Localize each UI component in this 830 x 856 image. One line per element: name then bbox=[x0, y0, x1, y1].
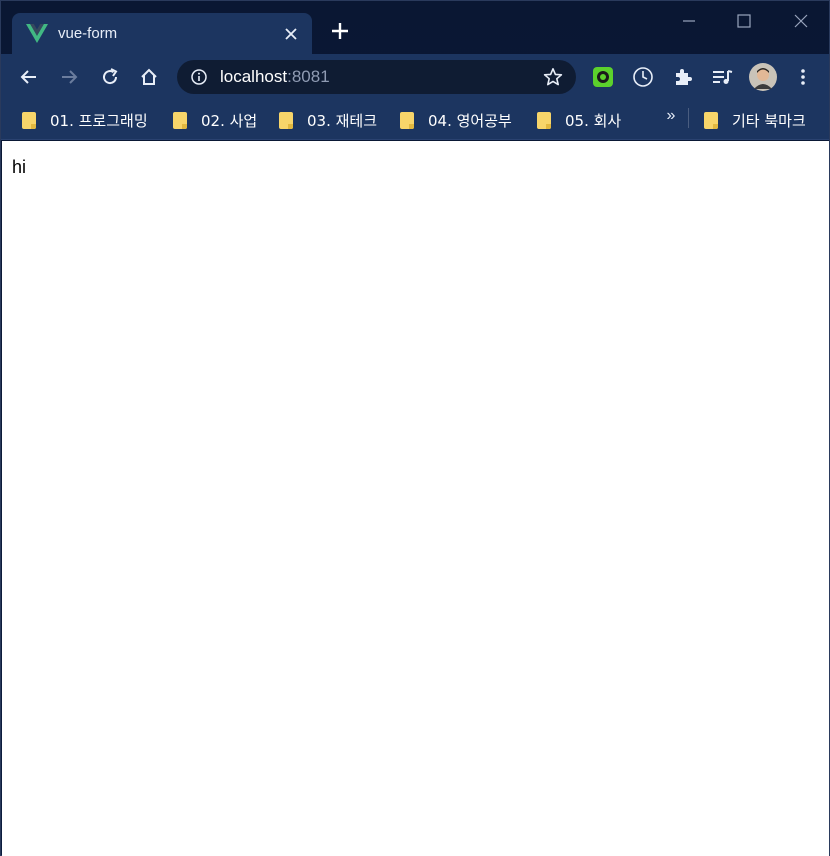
tab-vue-form[interactable]: vue-form bbox=[12, 13, 312, 54]
url-port: :8081 bbox=[287, 67, 330, 86]
folder-icon bbox=[704, 111, 718, 129]
window-close-icon[interactable] bbox=[786, 9, 816, 33]
folder-icon bbox=[537, 111, 551, 129]
page-content: hi bbox=[2, 141, 829, 856]
forward-arrow-icon[interactable] bbox=[55, 63, 83, 91]
bookmark-label: 01. 프로그래밍 bbox=[50, 111, 148, 130]
menu-kebab-icon[interactable] bbox=[789, 63, 817, 91]
clock-extension-icon[interactable] bbox=[629, 63, 657, 91]
browser-toolbar: localhost:8081 bbox=[1, 54, 829, 100]
back-arrow-icon[interactable] bbox=[15, 63, 43, 91]
bookmark-label: 04. 영어공부 bbox=[428, 111, 512, 130]
folder-icon bbox=[22, 111, 36, 129]
extensions-puzzle-icon[interactable] bbox=[669, 63, 697, 91]
bookmarks-overflow-chevron[interactable]: » bbox=[663, 107, 679, 125]
bookmark-label: 02. 사업 bbox=[201, 111, 258, 130]
bookmark-folder-programming[interactable]: 01. 프로그래밍 bbox=[22, 107, 148, 133]
folder-icon bbox=[173, 111, 187, 129]
minimize-icon[interactable] bbox=[674, 9, 704, 33]
media-queue-icon[interactable] bbox=[708, 63, 736, 91]
other-bookmarks-folder[interactable]: 기타 북마크 bbox=[704, 107, 806, 133]
browser-window: vue-form localhost:8081 01. 프로그래밍 02. 사업… bbox=[0, 0, 830, 856]
address-bar[interactable]: localhost:8081 bbox=[177, 60, 576, 94]
vue-logo-icon bbox=[26, 23, 48, 45]
folder-icon bbox=[279, 111, 293, 129]
reload-icon[interactable] bbox=[96, 63, 124, 91]
bookmarks-divider bbox=[688, 108, 689, 128]
bookmark-folder-company[interactable]: 05. 회사 bbox=[537, 107, 621, 133]
folder-icon bbox=[400, 111, 414, 129]
url-text: localhost:8081 bbox=[220, 67, 542, 87]
bookmark-folder-english[interactable]: 04. 영어공부 bbox=[400, 107, 512, 133]
bookmark-folder-business[interactable]: 02. 사업 bbox=[173, 107, 257, 133]
tab-title: vue-form bbox=[58, 25, 118, 42]
home-icon[interactable] bbox=[135, 63, 163, 91]
maximize-icon[interactable] bbox=[729, 9, 759, 33]
other-bookmarks-label: 기타 북마크 bbox=[732, 111, 806, 130]
new-tab-button[interactable] bbox=[327, 20, 353, 46]
bookmark-label: 03. 재테크 bbox=[307, 111, 378, 130]
bookmark-folder-investing[interactable]: 03. 재테크 bbox=[279, 107, 377, 133]
tab-close-icon[interactable] bbox=[280, 23, 302, 45]
page-text: hi bbox=[12, 157, 27, 177]
info-icon[interactable] bbox=[190, 68, 208, 86]
profile-avatar[interactable] bbox=[749, 63, 777, 91]
title-bar: vue-form bbox=[1, 1, 829, 54]
url-host: localhost bbox=[220, 67, 288, 86]
bookmark-star-icon[interactable] bbox=[542, 66, 564, 88]
extension-green-icon[interactable] bbox=[589, 63, 617, 91]
bookmarks-bar: 01. 프로그래밍 02. 사업 03. 재테크 04. 영어공부 05. 회사… bbox=[1, 100, 829, 140]
bookmark-label: 05. 회사 bbox=[565, 111, 622, 130]
